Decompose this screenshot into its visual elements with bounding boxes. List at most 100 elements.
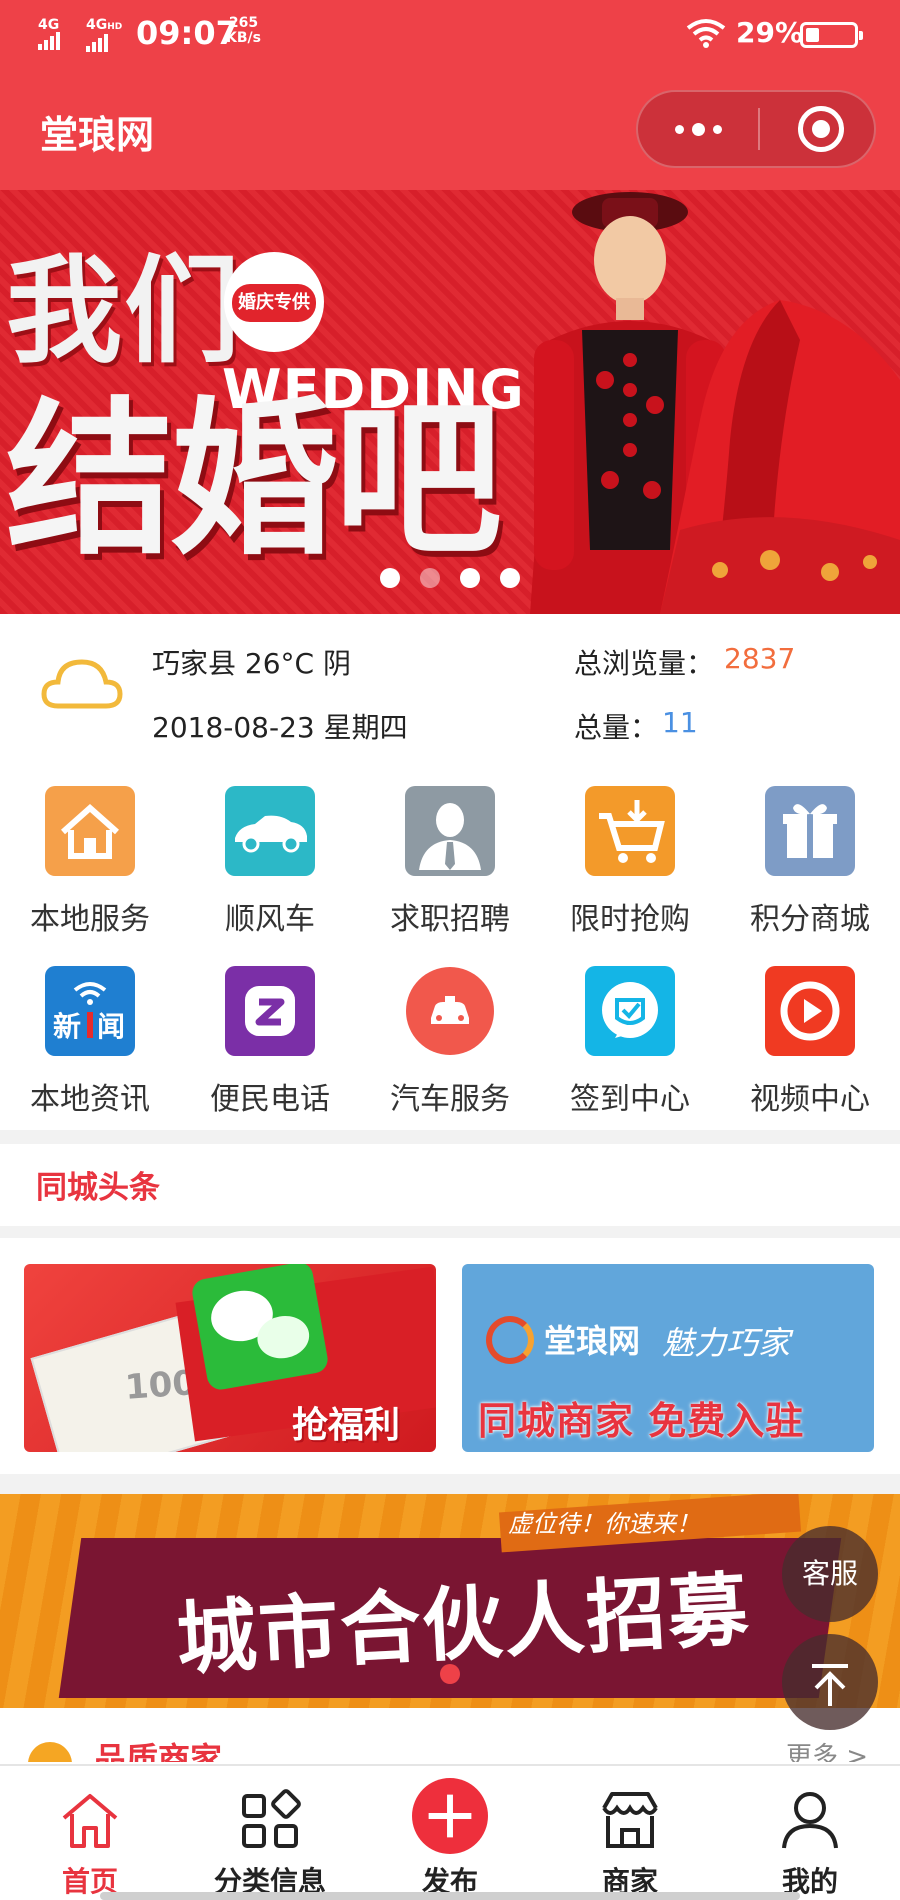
grid-item-local-service[interactable]: 本地服务 [10,770,170,940]
grid-item-label: 签到中心 [570,1082,690,1117]
grid-item-flash-sale[interactable]: 限时抢购 [550,770,710,940]
more-link[interactable]: 更多 > [786,1736,868,1762]
section-title-headlines[interactable]: 同城头条 [36,1162,160,1207]
grid-item-local-news[interactable]: 新闻 本地资讯 [10,950,170,1120]
grid-item-label: 视频中心 [750,1082,870,1117]
grid-item-ride-share[interactable]: 顺风车 [190,770,350,940]
publish-icon [412,1778,488,1854]
network-type-2: 4G [86,17,108,33]
section-divider [0,1226,900,1238]
total-label: 总量： [574,711,659,744]
carousel-dot[interactable] [380,568,400,588]
grid-item-label: 便民电话 [210,1082,330,1117]
house-icon [45,786,135,876]
tab-publish[interactable]: 发布 [360,1766,540,1900]
brand-logo-icon [486,1316,534,1364]
back-to-top-button[interactable] [782,1634,878,1730]
net-speed-value: 265 [228,15,259,31]
promo-welfare-text: 抢福利 [292,1405,401,1446]
mini-program-capsule [636,90,876,168]
partner-tagline: 虚位待！你速来！ [508,1510,700,1538]
date-text: 2018-08-23 星期四 [152,711,408,744]
category-icon [242,1789,301,1848]
close-button[interactable] [798,106,844,152]
grid-item-label: 求职招聘 [390,902,510,937]
grid-item-check-in[interactable]: 签到中心 [550,950,710,1120]
car-icon [225,786,315,876]
tab-profile[interactable]: 我的 [720,1766,900,1900]
grid-item-jobs[interactable]: 求职招聘 [370,770,530,940]
carousel-dot[interactable] [440,1664,460,1684]
promo-slogan: 魅力巧家 [662,1324,791,1362]
banner-badge-text: 婚庆专供 [232,284,316,322]
tab-category[interactable]: 分类信息 [180,1766,360,1900]
cart-icon [585,786,675,876]
bottom-tab-bar: 首页 分类信息 发布 商家 我的 [0,1764,900,1900]
promo-card-welfare[interactable]: 100 抢福利 [24,1264,436,1452]
home-indicator [100,1892,800,1900]
banner-line-1: 我们 [6,244,242,379]
car-service-icon [405,966,495,1056]
net-speed: 265 KB/s [226,16,261,46]
signal-2: 4GHD [86,18,122,52]
checkin-icon [585,966,675,1056]
svg-text:新: 新 [53,1010,81,1043]
weather-stats-panel: 巧家县 26°C 阴 2018-08-23 星期四 总浏览量： 2837 总量：… [0,614,900,762]
total-value: 11 [662,706,698,739]
carousel-dots [380,568,520,588]
cloud-icon [41,659,123,709]
wifi-icon [686,19,726,48]
signal-bars-1-icon [38,32,62,50]
home-icon [62,1794,118,1848]
tab-shop[interactable]: 商家 [540,1766,720,1900]
arrow-up-icon [812,1664,848,1706]
profile-icon [782,1792,838,1849]
section-divider [0,1474,900,1494]
grid-item-label: 本地服务 [30,902,150,937]
grid-item-phone-directory[interactable]: 便民电话 [190,950,350,1120]
wechat-icon [190,1264,330,1392]
battery-percent: 29% [736,16,804,49]
promo-merchant-text: 同城商家 免费入驻 [478,1399,805,1443]
weather-text: 巧家县 26°C 阴 [152,647,351,680]
partner-recruit-banner[interactable]: 虚位待！你速来！ 城市合伙人招募 [0,1494,900,1708]
grid-item-label: 顺风车 [225,902,315,937]
top-bar: 4G 4GHD 09:07 265 KB/s 29% 堂琅网 [0,0,900,190]
grid-item-points-mall[interactable]: 积分商城 [730,770,890,940]
quality-merchants-title: 品质商家 [94,1740,223,1762]
banner-badge: 婚庆专供 [224,252,324,352]
signal-1: 4G [38,18,62,50]
carousel-dot[interactable] [500,568,520,588]
battery-icon [800,22,863,48]
network-type-1: 4G [38,17,60,33]
promo-brand: 堂琅网 [544,1322,641,1360]
grid-item-label: 积分商城 [750,902,870,937]
capsule-divider [758,108,760,150]
person-icon [405,786,495,876]
service-grid: 本地服务 顺风车 求职招聘 限时抢购 积分商城 新闻 本地资讯 便民电话 汽车服… [0,770,900,1130]
quality-merchants-header: 品质商家 更多 > [0,1722,900,1762]
promo-card-merchant-join[interactable]: 堂琅网 魅力巧家 同城商家 免费入驻 [462,1264,874,1452]
clock: 09:07 [136,14,238,52]
news-icon: 新闻 [45,966,135,1056]
quality-icon [28,1742,72,1762]
status-bar: 4G 4GHD 09:07 265 KB/s 29% [0,0,900,66]
video-icon [765,966,855,1056]
carousel-dot[interactable] [460,568,480,588]
section-divider [0,1130,900,1144]
views-label: 总浏览量： [574,647,715,680]
network-hd: HD [107,22,123,32]
app-title: 堂琅网 [40,113,155,157]
more-button[interactable] [638,92,758,166]
customer-service-button[interactable]: 客服 [782,1526,878,1622]
grid-item-car-service[interactable]: 汽车服务 [370,950,530,1120]
tab-home[interactable]: 首页 [0,1766,180,1900]
grid-item-label: 限时抢购 [570,902,690,937]
carousel-banner[interactable]: 我们 婚庆专供 WEDDING 结婚吧 [0,190,900,614]
views-value: 2837 [724,642,796,675]
phone-app-icon [225,966,315,1056]
signal-bars-2-icon [86,34,110,52]
grid-item-video[interactable]: 视频中心 [730,950,890,1120]
gift-icon [765,786,855,876]
carousel-dot[interactable] [420,568,440,588]
